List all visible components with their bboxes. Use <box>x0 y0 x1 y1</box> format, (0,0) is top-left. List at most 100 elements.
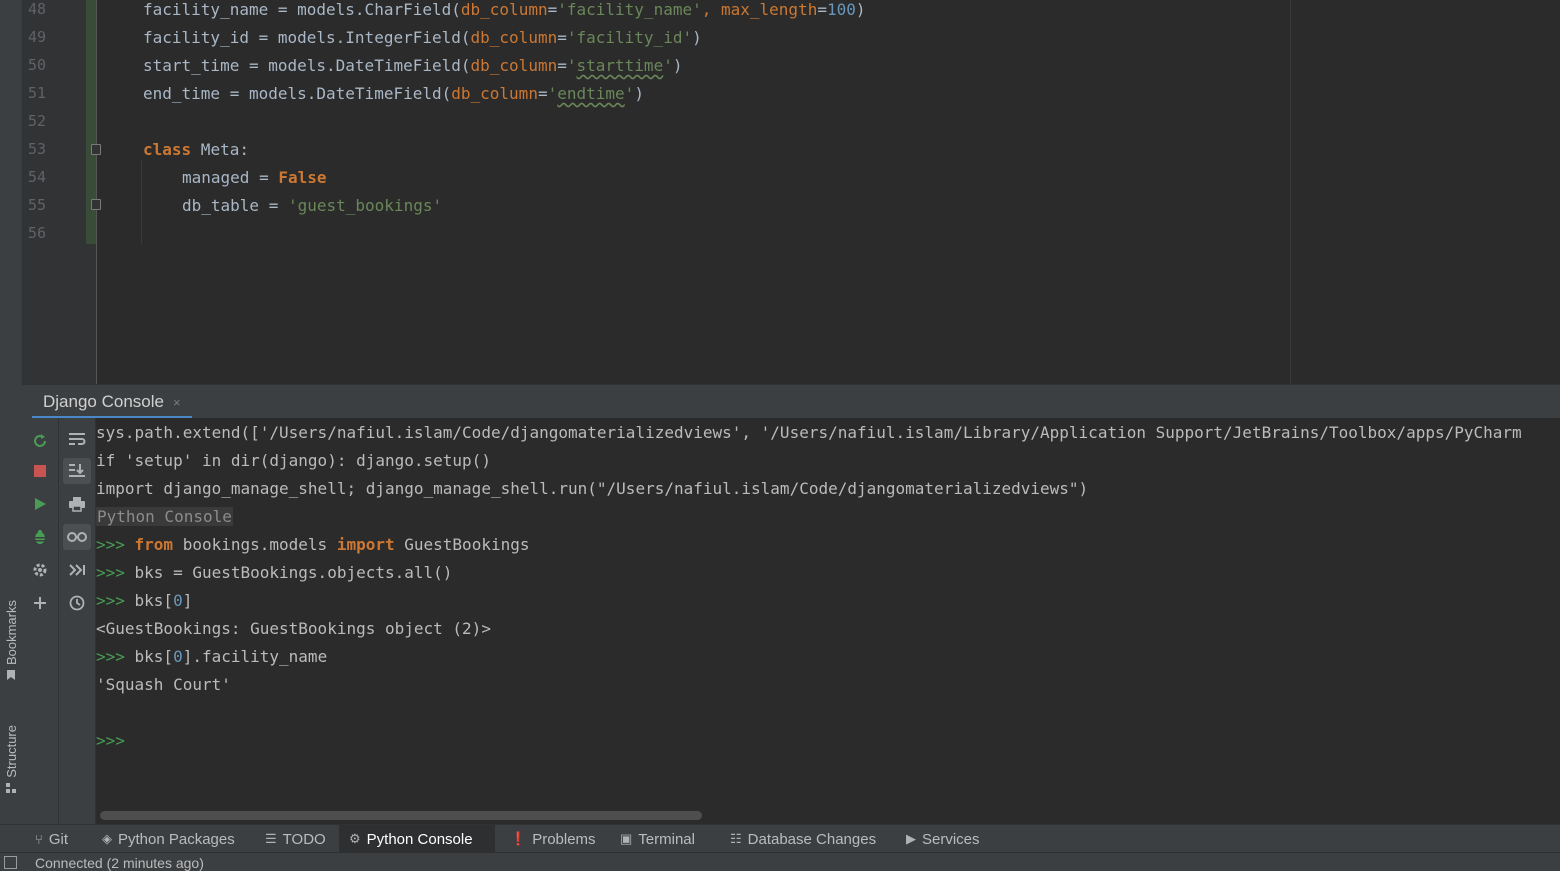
line-number: 55 <box>27 196 46 214</box>
line-number: 48 <box>27 0 46 18</box>
plus-icon <box>33 596 47 610</box>
line-number: 52 <box>27 112 46 130</box>
code-line-48: facility_name = models.CharField(db_colu… <box>143 0 866 19</box>
typo-warning: starttime <box>576 56 664 75</box>
console-toolbar-primary <box>22 418 59 824</box>
python-console-label: Python Console <box>96 507 233 526</box>
fold-marker-icon[interactable] <box>91 199 101 210</box>
code-line-55: db_table = 'guest_bookings' <box>182 196 443 215</box>
toggle-tool-windows-icon[interactable] <box>4 856 17 869</box>
tool-tab-label: Terminal <box>638 830 695 848</box>
tool-tab-label: Git <box>48 830 68 848</box>
console-line: Python Console <box>96 507 233 526</box>
tool-tab-problems[interactable]: ❗ Problems <box>500 825 606 853</box>
layers-icon: ◈ <box>102 831 112 846</box>
structure-tool-tab[interactable]: Structure <box>0 725 22 796</box>
stop-button[interactable] <box>26 458 54 484</box>
tool-tab-label: Problems <box>532 830 596 848</box>
info-icon: ❗ <box>510 831 527 846</box>
play-circle-icon: ▶ <box>906 831 916 846</box>
debug-button[interactable] <box>26 524 54 550</box>
tool-tab-label: TODO <box>282 830 326 848</box>
history-button[interactable] <box>63 590 91 616</box>
console-line: import django_manage_shell; django_manag… <box>96 479 1089 498</box>
console-input-line: >>> bks[0] <box>96 591 193 610</box>
line-number: 49 <box>27 28 46 46</box>
code-editor[interactable]: 48 49 50 51 52 53 54 55 56 facility_name… <box>22 0 1560 384</box>
tool-tab-terminal[interactable]: ▣ Terminal <box>610 825 705 853</box>
soft-wrap-icon <box>68 431 86 447</box>
console-line: sys.path.extend(['/Users/nafiul.islam/Co… <box>96 423 1522 442</box>
gear-icon <box>32 562 48 578</box>
console-output-line: 'Squash Court' <box>96 675 231 694</box>
console-input-line: >>> from bookings.models import GuestBoo… <box>96 535 530 554</box>
scroll-to-end-button[interactable] <box>63 458 91 484</box>
horizontal-scrollbar[interactable] <box>96 806 1560 824</box>
line-number: 56 <box>27 224 46 242</box>
bookmark-icon <box>6 669 16 684</box>
code-line-51: end_time = models.DateTimeField(db_colum… <box>143 84 644 103</box>
execute-button[interactable] <box>26 491 54 517</box>
glasses-icon <box>67 531 87 543</box>
database-icon: ☷ <box>730 831 742 846</box>
printer-icon <box>68 496 86 512</box>
tool-tab-services[interactable]: ▶ Services <box>896 825 990 853</box>
scrollbar-thumb[interactable] <box>100 811 702 820</box>
new-console-button[interactable] <box>26 590 54 616</box>
rerun-button[interactable] <box>26 428 54 454</box>
soft-wrap-button[interactable] <box>63 426 91 452</box>
structure-label: Structure <box>3 725 19 778</box>
settings-button[interactable] <box>26 557 54 583</box>
django-console-tab-label: Django Console <box>43 392 164 411</box>
close-icon[interactable]: × <box>173 395 181 410</box>
console-toolbar-secondary <box>59 418 96 824</box>
git-branch-icon: ⑂ <box>35 831 43 847</box>
console-output[interactable]: sys.path.extend(['/Users/nafiul.islam/Co… <box>96 418 1560 806</box>
tool-tab-python-console[interactable]: ⚙ Python Console <box>339 825 495 853</box>
bookmarks-label: Bookmarks <box>3 600 19 666</box>
stop-icon <box>33 464 47 478</box>
tool-tab-todo[interactable]: ☰ TODO <box>255 825 336 853</box>
tool-tab-database-changes[interactable]: ☷ Database Changes <box>720 825 886 853</box>
right-margin-guide <box>1290 0 1291 384</box>
tool-tab-python-packages[interactable]: ◈ Python Packages <box>92 825 245 853</box>
console-output-line: <GuestBookings: GuestBookings object (2)… <box>96 619 491 638</box>
code-line-53: class Meta: <box>143 140 249 159</box>
code-line-49: facility_id = models.IntegerField(db_col… <box>143 28 702 47</box>
play-icon <box>33 497 47 511</box>
list-icon: ☰ <box>265 831 277 846</box>
print-button[interactable] <box>63 491 91 517</box>
bookmarks-tool-tab[interactable]: Bookmarks <box>0 600 22 684</box>
django-console-tab[interactable]: Django Console × <box>32 385 192 419</box>
gutter-divider <box>96 0 97 384</box>
console-prompt-input[interactable]: >>> <box>96 731 125 750</box>
line-number: 50 <box>27 56 46 74</box>
status-bar: Connected (2 minutes ago) <box>0 852 1560 871</box>
show-variables-button[interactable] <box>63 524 91 550</box>
tool-tab-label: Python Console <box>366 830 473 848</box>
console-tab-bar: Django Console × <box>22 384 1560 419</box>
line-number: 53 <box>27 140 46 158</box>
line-number: 54 <box>27 168 46 186</box>
fold-marker-icon[interactable] <box>91 144 101 155</box>
code-line-54: managed = False <box>182 168 327 187</box>
clock-icon <box>69 595 85 611</box>
tool-tab-label: Services <box>922 830 980 848</box>
tool-tab-label: Python Packages <box>118 830 235 848</box>
tool-window-bar: ⑂ Git ◈ Python Packages ☰ TODO ⚙ Python … <box>0 824 1560 853</box>
status-text: Connected (2 minutes ago) <box>35 855 204 871</box>
more-actions-button[interactable] <box>63 557 91 583</box>
rerun-icon <box>32 433 48 449</box>
console-line: if 'setup' in dir(django): django.setup(… <box>96 451 491 470</box>
structure-icon <box>6 782 16 796</box>
tool-tab-label: Database Changes <box>747 830 877 848</box>
scroll-to-end-icon <box>68 463 86 479</box>
console-input-line: >>> bks[0].facility_name <box>96 647 328 666</box>
typo-warning: endtime <box>557 84 625 103</box>
indent-guide <box>141 160 142 244</box>
left-tool-stripe: Bookmarks Structure <box>0 0 23 852</box>
python-icon: ⚙ <box>349 831 361 846</box>
code-line-50: start_time = models.DateTimeField(db_col… <box>143 56 683 75</box>
double-chevron-right-icon <box>68 563 86 577</box>
tool-tab-git[interactable]: ⑂ Git <box>25 825 78 853</box>
